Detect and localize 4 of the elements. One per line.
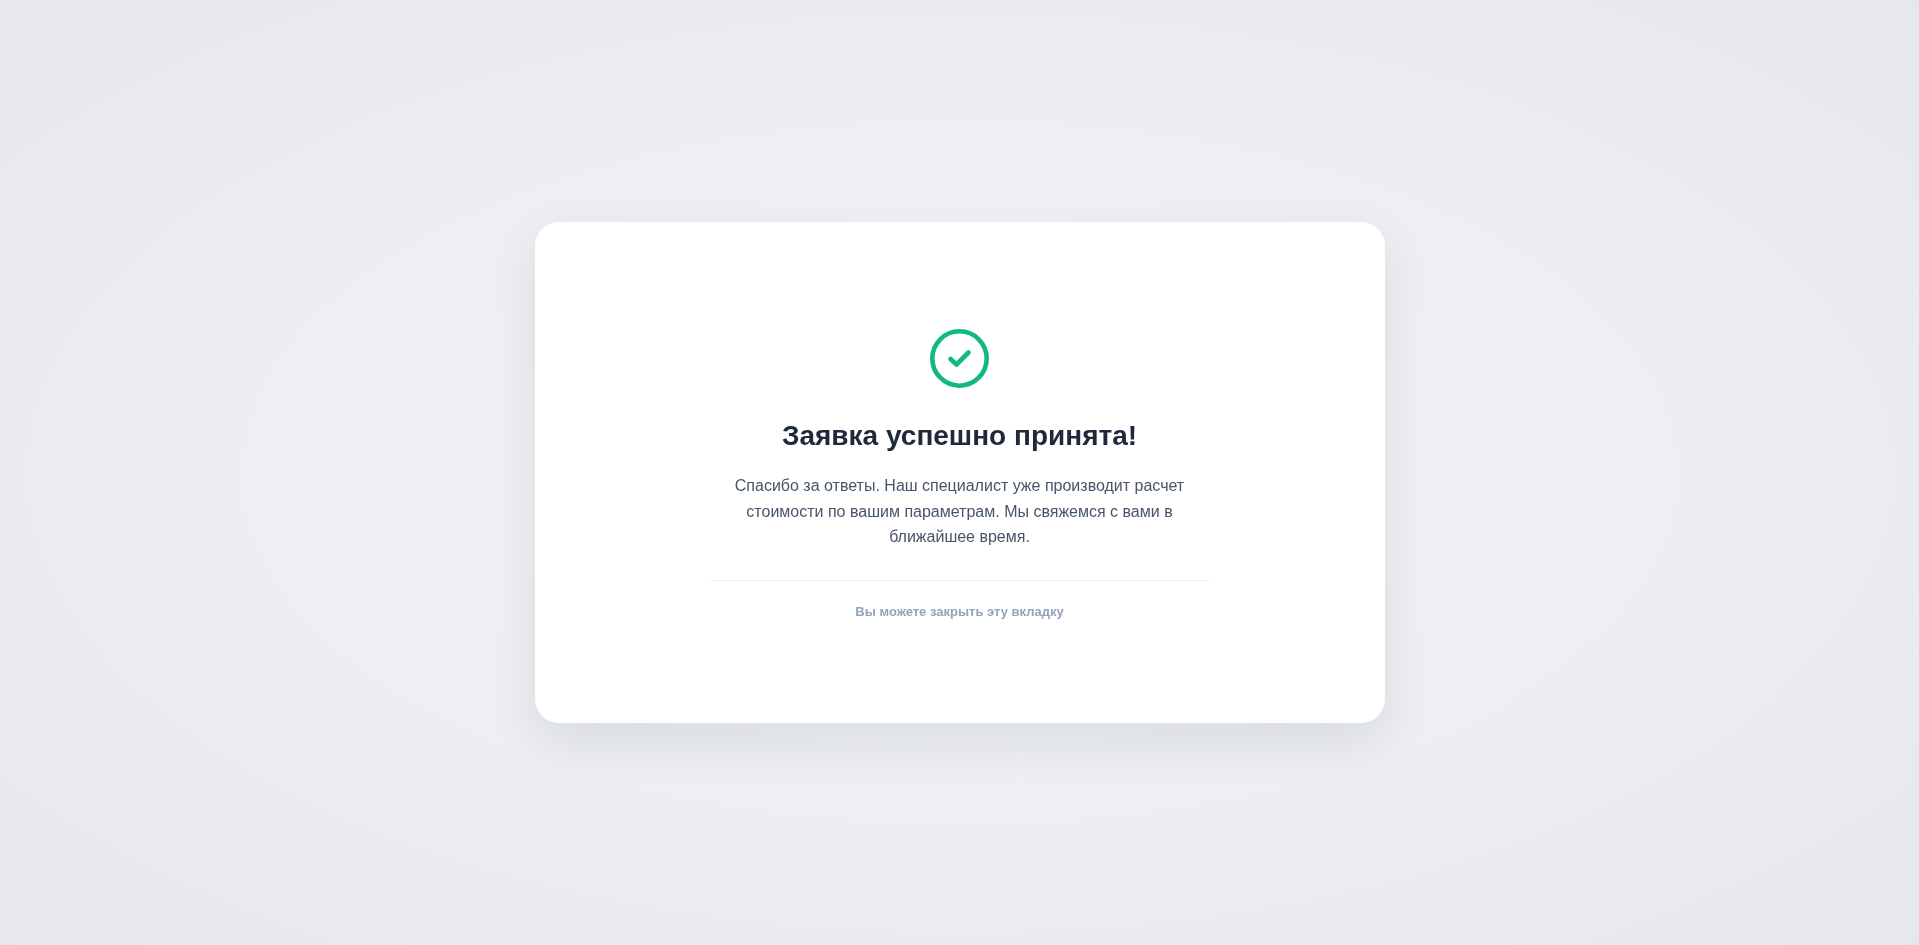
success-title: Заявка успешно принята! [781,419,1138,454]
check-circle-icon [930,329,989,389]
close-tab-note: Вы можете закрыть эту вкладку [855,602,1064,621]
confirmation-message: Спасибо за ответы. Наш специалист уже производит расчет стоимости по вашим параметрам. Мы свяжемся с вами в ближайшее время. [733,476,1186,548]
